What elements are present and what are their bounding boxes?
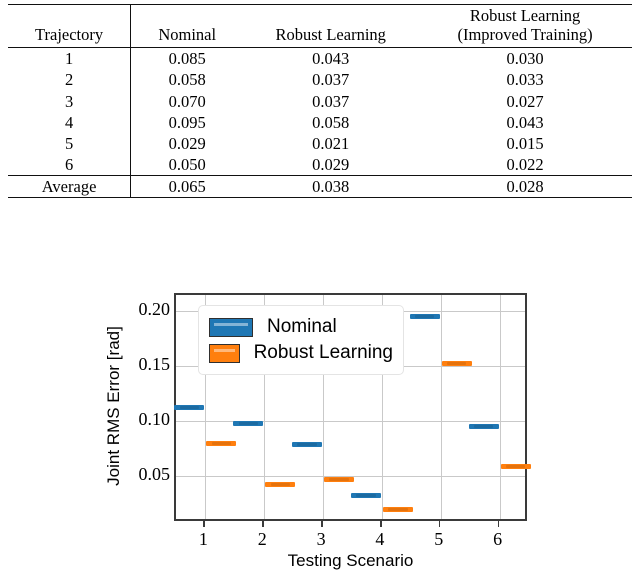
cell-trajectory: 6 xyxy=(64,154,74,174)
data-mark-robust-learning-6 xyxy=(500,464,531,470)
cell-nominal: 0.058 xyxy=(130,69,244,91)
cell-robust: 0.021 xyxy=(312,133,350,153)
cell-nominal: 0.095 xyxy=(130,111,244,133)
data-mark-nominal-3 xyxy=(292,442,323,448)
data-mark-nominal-2 xyxy=(233,420,264,426)
table-body: 1 0.085 0.043 0.030 2 0.058 0.037 0.033 … xyxy=(8,47,632,198)
x-tick-label: 1 xyxy=(198,529,208,549)
legend-swatch-nominal xyxy=(209,317,253,337)
cell-average-label: Average xyxy=(41,177,97,196)
x-tick-mark xyxy=(321,521,323,527)
x-tick-mark xyxy=(497,521,500,527)
data-mark-center-line xyxy=(329,477,349,481)
table-row: 2 0.058 0.037 0.033 xyxy=(8,69,632,91)
cell-robust: 0.037 xyxy=(312,91,350,111)
table-row: 5 0.029 0.021 0.015 xyxy=(8,132,632,154)
table-row: 4 0.095 0.058 0.043 xyxy=(8,111,632,133)
cell-robust-improved: 0.027 xyxy=(506,91,544,111)
cell-robust-improved: 0.030 xyxy=(506,49,544,69)
x-tick-mark xyxy=(438,521,441,527)
x-tick-mark xyxy=(379,521,382,527)
table-row-average: Average 0.065 0.038 0.028 xyxy=(8,175,632,198)
table-row: 3 0.070 0.037 0.027 xyxy=(8,90,632,112)
column-header-robust-learning-improved: Robust Learning (Improved Training) xyxy=(418,5,632,48)
data-mark-robust-learning-3 xyxy=(324,476,355,482)
y-axis-ticks: 0.05 0.10 0.15 0.20 xyxy=(108,268,282,548)
data-mark-robust-learning-2 xyxy=(265,482,296,488)
data-mark-center-line xyxy=(388,508,408,512)
cell-nominal: 0.029 xyxy=(130,132,244,154)
column-header-robust-learning: Robust Learning xyxy=(275,25,386,45)
data-mark-robust-learning-5 xyxy=(441,361,472,367)
data-mark-center-line xyxy=(356,494,376,498)
legend-item-nominal: Nominal xyxy=(209,314,393,340)
data-mark-center-line xyxy=(447,362,467,366)
x-tick-mark xyxy=(203,521,205,527)
y-tick-label: 0.10 xyxy=(138,408,171,429)
cell-trajectory: 2 xyxy=(64,70,74,90)
cell-trajectory: 4 xyxy=(64,112,74,132)
cell-nominal: 0.050 xyxy=(130,153,244,176)
results-table: Trajectory Nominal Robust Learning Robus… xyxy=(8,4,632,198)
data-mark-center-line xyxy=(270,483,290,487)
data-mark-robust-learning-1 xyxy=(206,441,237,447)
data-mark-center-line xyxy=(238,421,258,425)
table-head: Trajectory Nominal Robust Learning Robus… xyxy=(8,4,632,48)
column-header-nominal: Nominal xyxy=(130,4,244,48)
x-tick-label: 6 xyxy=(493,529,503,549)
y-tick-label: 0.15 xyxy=(138,353,171,374)
x-tick-label: 5 xyxy=(434,529,444,549)
table-row: 6 0.050 0.029 0.022 xyxy=(8,153,632,176)
data-mark-center-line xyxy=(505,465,526,469)
x-tick-mark xyxy=(262,521,264,527)
cell-average-robust: 0.038 xyxy=(312,177,350,196)
cell-robust: 0.029 xyxy=(312,154,350,174)
chart-legend: Nominal Robust Learning xyxy=(198,305,404,375)
data-mark-center-line xyxy=(297,443,317,447)
cell-robust: 0.058 xyxy=(312,112,350,132)
data-mark-nominal-6 xyxy=(468,423,499,429)
cell-robust: 0.043 xyxy=(312,49,350,69)
legend-swatch-robust-learning xyxy=(209,343,240,363)
gridline-vertical xyxy=(499,295,501,519)
x-tick-label: 2 xyxy=(257,529,267,549)
cell-trajectory: 1 xyxy=(64,49,74,69)
cell-average-robust-improved: 0.028 xyxy=(506,177,544,196)
column-header-improved-line1: Robust Learning xyxy=(469,6,581,25)
cell-robust-improved: 0.022 xyxy=(506,154,544,174)
y-tick-label: 0.20 xyxy=(138,298,171,319)
cell-trajectory: 3 xyxy=(64,91,74,111)
plot-area: Nominal Robust Learning xyxy=(174,293,531,521)
data-mark-nominal-5 xyxy=(409,313,440,319)
x-tick-label: 3 xyxy=(316,529,326,549)
y-tick-label: 0.05 xyxy=(138,463,171,484)
table-row: 1 0.085 0.043 0.030 xyxy=(8,47,632,70)
gridline-vertical xyxy=(440,295,442,519)
cell-robust-improved: 0.043 xyxy=(506,112,544,132)
data-mark-nominal-1 xyxy=(174,405,205,411)
data-mark-robust-learning-4 xyxy=(382,507,413,513)
data-mark-center-line xyxy=(473,424,494,428)
data-mark-nominal-4 xyxy=(350,493,381,499)
cell-robust-improved: 0.033 xyxy=(506,70,544,90)
column-header-improved-line2: (Improved Training) xyxy=(457,25,593,45)
gridline-horizontal xyxy=(176,420,525,422)
x-axis-label: Testing Scenario xyxy=(287,551,414,570)
data-mark-center-line xyxy=(415,314,435,318)
cell-robust-improved: 0.015 xyxy=(506,133,544,153)
cell-average-nominal: 0.065 xyxy=(130,175,244,198)
data-mark-center-line xyxy=(211,442,232,446)
cell-trajectory: 5 xyxy=(64,133,74,153)
cell-nominal: 0.070 xyxy=(130,90,244,112)
legend-item-robust-learning: Robust Learning xyxy=(209,340,393,366)
column-header-trajectory: Trajectory xyxy=(35,25,104,45)
cell-robust: 0.037 xyxy=(312,70,350,90)
data-mark-center-line xyxy=(179,406,200,410)
cell-nominal: 0.085 xyxy=(130,47,244,70)
legend-label-robust-learning: Robust Learning xyxy=(253,342,393,363)
table-header-row: Trajectory Nominal Robust Learning Robus… xyxy=(8,4,632,48)
legend-label-nominal: Nominal xyxy=(267,316,337,337)
x-tick-label: 4 xyxy=(375,529,385,549)
rms-error-chart: Joint RMS Error [rad] 0.05 0.10 0.15 0.20 N… xyxy=(0,268,640,573)
